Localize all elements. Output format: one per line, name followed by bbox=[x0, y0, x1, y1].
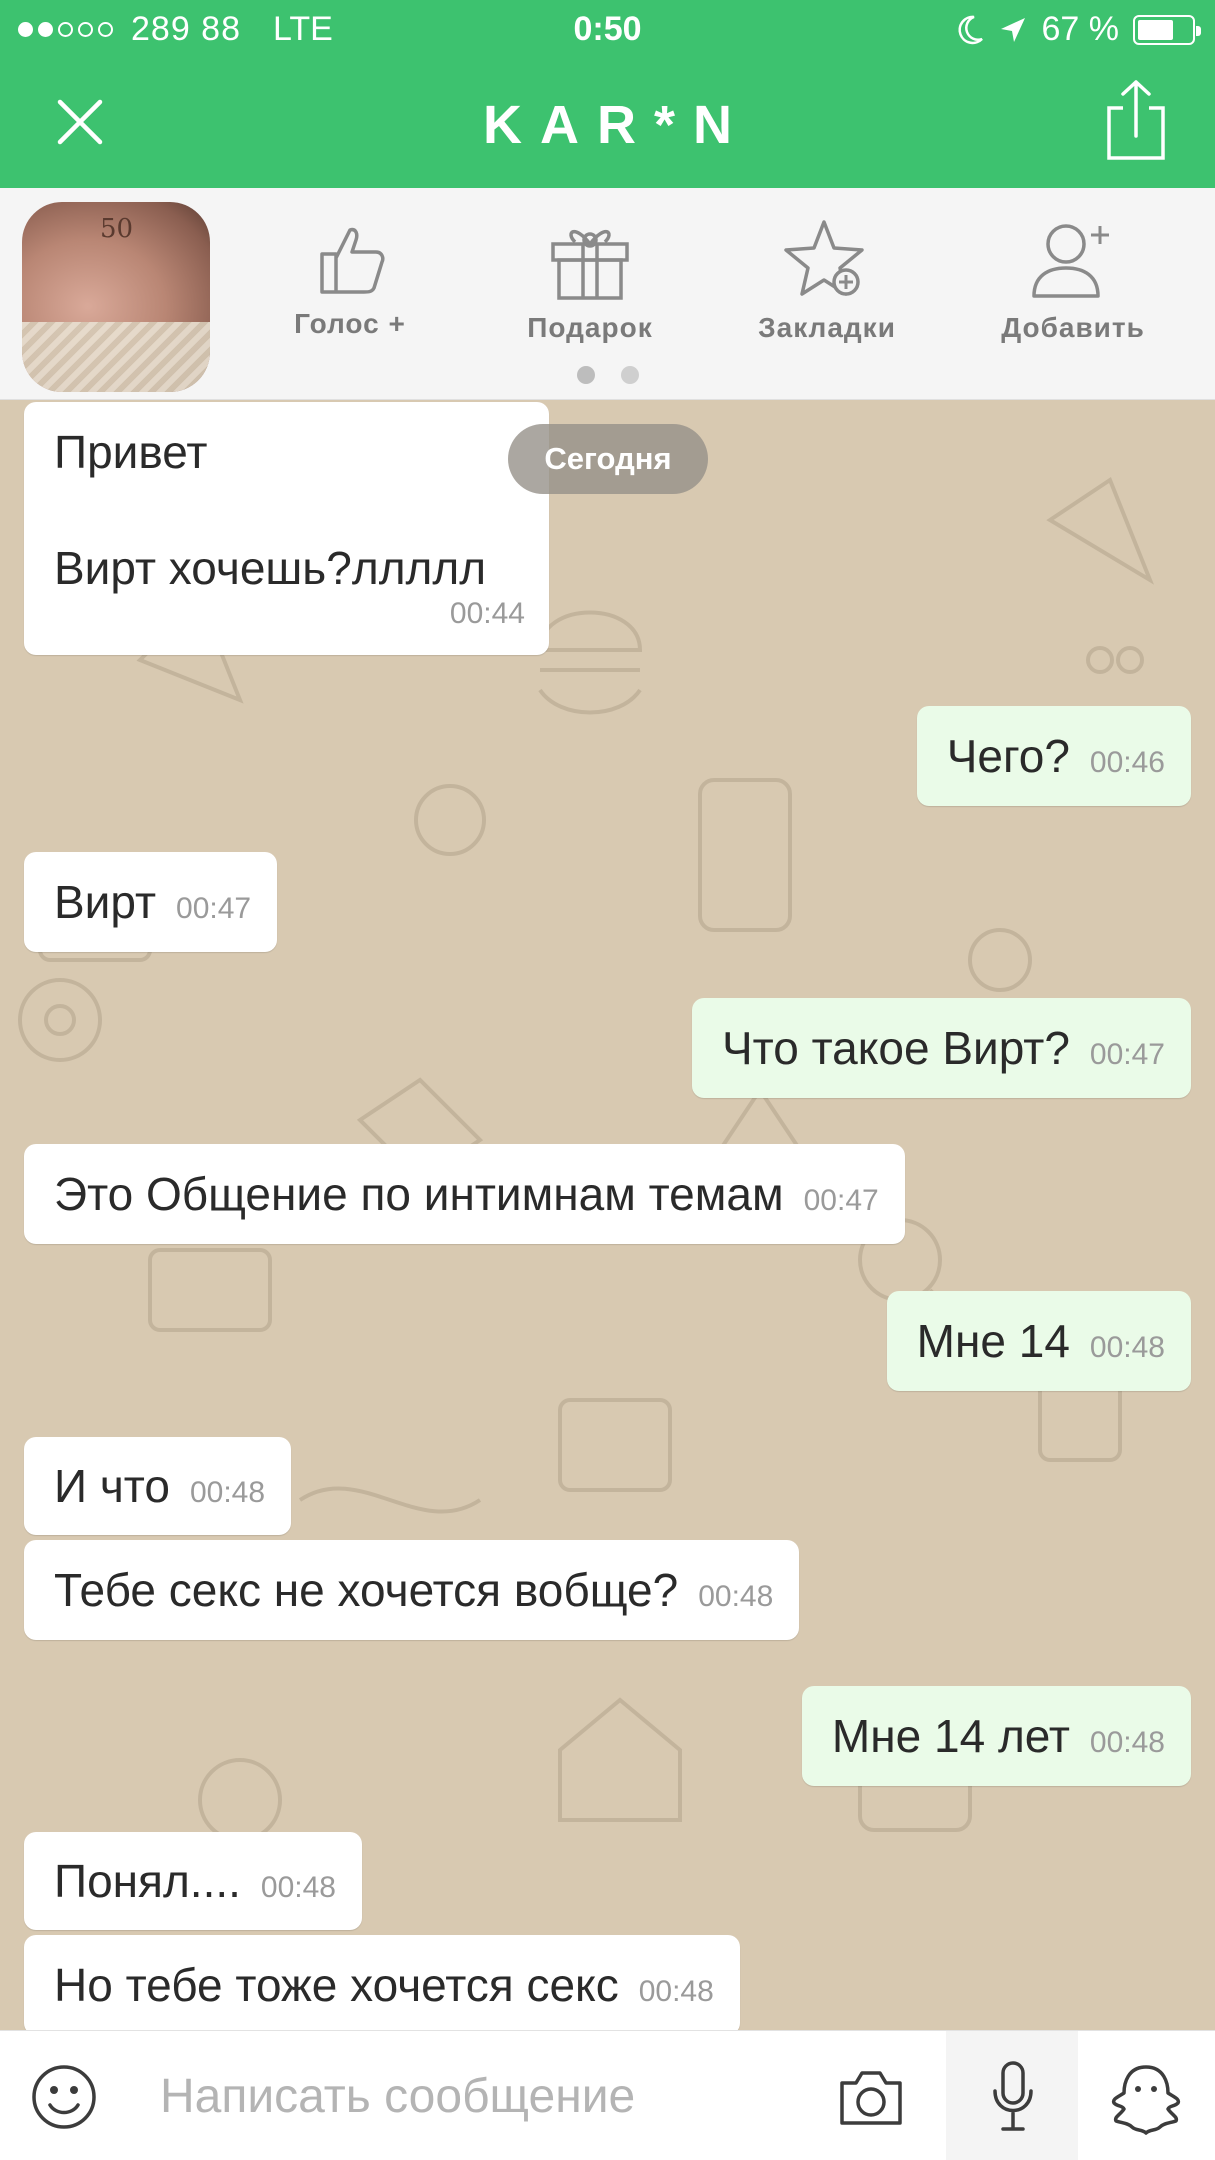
message-text: Чего? bbox=[946, 730, 1070, 782]
add-user-icon bbox=[1032, 224, 1109, 298]
ghost-icon[interactable] bbox=[1108, 2063, 1184, 2135]
message-input-bar bbox=[0, 2030, 1215, 2160]
message-text: И что bbox=[54, 1460, 170, 1512]
pager-dot[interactable] bbox=[576, 366, 595, 384]
battery-fill bbox=[1138, 19, 1173, 40]
message-text: Привет bbox=[54, 426, 208, 478]
pager-dot[interactable] bbox=[620, 366, 639, 384]
pager-dots bbox=[0, 366, 1215, 384]
add-friend-label: Добавить bbox=[1001, 312, 1145, 343]
message-text: Тебе секс не хочется вобще? bbox=[54, 1564, 679, 1616]
status-right: 67 % bbox=[957, 10, 1201, 49]
battery-percent: 67 % bbox=[1041, 10, 1120, 48]
message-incoming[interactable]: Но тебе тоже хочется секс 00:48 bbox=[24, 1935, 740, 2030]
message-outgoing[interactable]: Мне 14 лет 00:48 bbox=[801, 1686, 1191, 1786]
message-outgoing[interactable]: Чего? 00:46 bbox=[916, 706, 1191, 806]
top-bar: 289 88 LTE 0:50 67 % KAR*N bbox=[0, 0, 1215, 188]
avatar[interactable]: 50 bbox=[22, 202, 210, 392]
vote-label: Голос + bbox=[294, 308, 406, 339]
bookmarks-button[interactable]: Закладки bbox=[727, 218, 927, 344]
message-time: 00:48 bbox=[698, 1580, 774, 1613]
message-incoming[interactable]: Вирт 00:47 bbox=[24, 852, 278, 952]
message-time: 00:47 bbox=[803, 1184, 879, 1217]
message-text: Вирт хочешь?ллллл bbox=[54, 542, 487, 594]
message-outgoing[interactable]: Что такое Вирт? 00:47 bbox=[692, 998, 1191, 1098]
star-add-icon bbox=[784, 220, 864, 296]
gift-button[interactable]: Подарок bbox=[490, 218, 690, 344]
add-friend-button[interactable]: Добавить bbox=[973, 218, 1173, 344]
camera-icon[interactable] bbox=[836, 2067, 906, 2129]
status-bar: 289 88 LTE 0:50 67 % bbox=[0, 0, 1215, 60]
message-text: Это Общение по интимнам темам bbox=[54, 1168, 784, 1220]
message-text: Понял.... bbox=[54, 1855, 241, 1907]
chat-area[interactable]: Привет Вирт хочешь?ллллл 00:44 Сегодня Ч… bbox=[0, 400, 1215, 2030]
smile-icon[interactable] bbox=[30, 2063, 98, 2131]
date-separator: Сегодня bbox=[508, 424, 708, 494]
chat-title: KAR*N bbox=[482, 95, 750, 155]
message-input[interactable] bbox=[160, 2031, 800, 2160]
message-time: 00:48 bbox=[1089, 1331, 1165, 1364]
profile-actions: Голос + Подарок Закладки Добавить bbox=[260, 218, 1160, 343]
profile-strip: 50 Голос + Подарок Закладки Добавить bbox=[0, 188, 1215, 400]
message-time: 00:47 bbox=[176, 892, 252, 925]
message-text: Но тебе тоже хочется секс bbox=[54, 1959, 619, 2011]
message-time: 00:48 bbox=[189, 1476, 266, 1509]
message-time: 00:46 bbox=[1089, 746, 1165, 779]
message-incoming[interactable]: И что 00:48 bbox=[24, 1437, 292, 1535]
thumbs-up-icon bbox=[320, 227, 385, 294]
message-time: 00:47 bbox=[1089, 1038, 1165, 1071]
nav-bar: KAR*N bbox=[0, 60, 1215, 188]
message-incoming[interactable]: Привет Вирт хочешь?ллллл 00:44 bbox=[24, 402, 549, 655]
gift-icon bbox=[551, 230, 629, 300]
gift-label: Подарок bbox=[527, 312, 653, 343]
message-incoming[interactable]: Понял.... 00:48 bbox=[24, 1832, 362, 1930]
moon-icon bbox=[957, 15, 983, 44]
microphone-icon bbox=[993, 2061, 1033, 2131]
message-incoming[interactable]: Это Общение по интимнам темам 00:47 bbox=[24, 1144, 905, 1244]
vote-button[interactable]: Голос + bbox=[250, 218, 450, 340]
message-time: 00:48 bbox=[638, 1975, 714, 2008]
message-outgoing[interactable]: Мне 14 00:48 bbox=[886, 1291, 1191, 1391]
message-text: Мне 14 лет bbox=[831, 1710, 1070, 1762]
battery-icon bbox=[1133, 14, 1201, 45]
avatar-text: 50 bbox=[100, 214, 134, 244]
bookmarks-label: Закладки bbox=[758, 312, 896, 343]
message-text: Мне 14 bbox=[916, 1315, 1070, 1367]
message-text: Что такое Вирт? bbox=[722, 1022, 1070, 1074]
message-time: 00:48 bbox=[260, 1871, 336, 1904]
location-arrow-icon bbox=[1000, 17, 1025, 42]
message-time: 00:44 bbox=[449, 597, 525, 630]
share-icon[interactable] bbox=[1101, 78, 1171, 162]
message-time: 00:48 bbox=[1089, 1726, 1165, 1759]
microphone-button[interactable] bbox=[946, 2031, 1078, 2160]
message-incoming[interactable]: Тебе секс не хочется вобще? 00:48 bbox=[24, 1540, 800, 1640]
message-text: Вирт bbox=[54, 876, 157, 928]
